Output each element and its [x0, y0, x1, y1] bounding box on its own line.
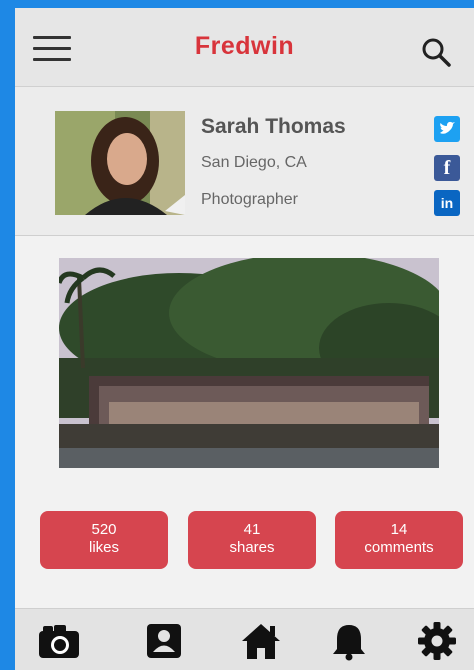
- profile-name: Sarah Thomas: [201, 115, 346, 138]
- shares-label: shares: [229, 539, 275, 556]
- twitter-icon[interactable]: [434, 116, 460, 142]
- bell-icon[interactable]: [327, 621, 371, 661]
- profile-location: San Diego, CA: [201, 154, 307, 171]
- search-icon[interactable]: [420, 36, 452, 68]
- app-header: Fredwin: [15, 8, 474, 87]
- home-icon[interactable]: [239, 621, 283, 661]
- bottom-nav: [15, 608, 474, 670]
- linkedin-icon[interactable]: in: [434, 190, 460, 216]
- likes-label: likes: [88, 539, 119, 556]
- profile-card-icon[interactable]: [143, 621, 187, 661]
- likes-count: 520: [91, 521, 117, 538]
- comments-label: comments: [364, 539, 434, 556]
- app-screen: Fredwin Sarah Thomas San Diego, CA Photo…: [15, 8, 474, 670]
- comments-count: 14: [390, 521, 408, 538]
- shares-button[interactable]: 41 shares: [188, 511, 316, 569]
- profile-occupation: Photographer: [201, 191, 298, 208]
- camera-icon[interactable]: [37, 621, 81, 661]
- gear-icon[interactable]: [415, 621, 459, 661]
- likes-button[interactable]: 520 likes: [40, 511, 168, 569]
- profile-card: Sarah Thomas San Diego, CA Photographer …: [15, 87, 474, 236]
- app-title: Fredwin: [194, 32, 295, 60]
- avatar[interactable]: [55, 111, 185, 215]
- shares-count: 41: [243, 521, 261, 538]
- comments-button[interactable]: 14 comments: [335, 511, 463, 569]
- post-photo[interactable]: [59, 258, 439, 468]
- facebook-icon[interactable]: f: [434, 155, 460, 181]
